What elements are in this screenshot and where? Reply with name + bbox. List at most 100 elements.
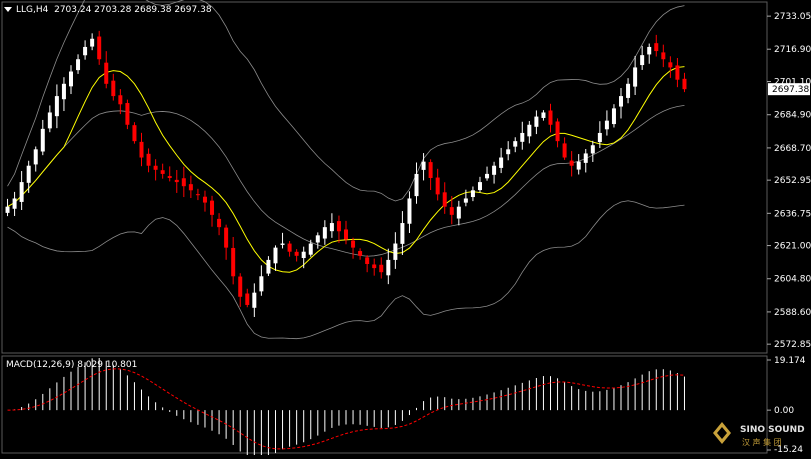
ohlc-values: 2703.24 2703.28 2689.38 2697.38: [54, 5, 212, 15]
candle-body: [231, 247, 236, 277]
candle-body: [555, 121, 560, 142]
candle-body: [160, 170, 165, 174]
candle-body: [358, 251, 363, 256]
candle-body: [322, 227, 327, 239]
candle-body: [477, 182, 482, 191]
candle-body: [569, 160, 574, 166]
candle-body: [682, 78, 687, 90]
candle-body: [365, 257, 370, 264]
price-tick-label: 2716.90: [774, 45, 811, 55]
candle-body: [245, 293, 250, 305]
candle-body: [548, 110, 553, 125]
price-tick-label: 2604.80: [774, 275, 811, 285]
candle-body: [287, 243, 292, 252]
candle-body: [132, 125, 137, 142]
candle-body: [273, 247, 278, 264]
bollinger-upper: [7, 0, 685, 202]
candle-body: [428, 162, 433, 178]
price-tick-label: 2588.60: [774, 308, 811, 318]
candle-body: [463, 198, 468, 203]
bollinger-bands: [7, 0, 685, 340]
current-price-label: 2697.38: [772, 85, 809, 95]
candle-body: [181, 178, 186, 187]
candle-body: [442, 192, 447, 207]
candle-body: [633, 67, 638, 87]
candle-body: [485, 173, 490, 179]
candle-body: [668, 62, 673, 68]
candle-body: [456, 206, 461, 219]
candle-body: [76, 59, 81, 71]
macd-signal: [7, 368, 685, 450]
price-tick-label: 2652.95: [774, 176, 811, 186]
chart-header: LLG,H4 2703.24 2703.28 2689.38 2697.38: [4, 5, 212, 15]
candle-body: [174, 179, 179, 183]
brand-name: SINO SOUND: [740, 425, 805, 435]
candle-body: [26, 165, 31, 183]
candle-body: [407, 198, 412, 224]
candle-body: [83, 46, 88, 56]
candle-body: [541, 112, 546, 118]
candle-body: [224, 227, 229, 248]
candle-body: [139, 141, 144, 158]
candle-body: [104, 62, 109, 84]
candle-body: [393, 243, 398, 260]
main-pane-border: [1, 1, 768, 354]
candle-body: [449, 207, 454, 215]
candle-body: [597, 132, 602, 143]
candle-body: [421, 161, 426, 170]
macd-tick-label: 0.00: [774, 406, 794, 416]
price-tick-label: 2621.00: [774, 242, 811, 252]
candle-body: [146, 153, 151, 166]
candle-body: [294, 251, 299, 256]
sino-sound-logo: SINO SOUND 汉 声 集 团: [713, 422, 805, 447]
macd-tick-label: 19.174: [774, 356, 806, 366]
candle-body: [118, 95, 123, 105]
candle-body: [414, 173, 419, 197]
price-tick-label: 2668.70: [774, 144, 811, 154]
candle-body: [153, 165, 158, 170]
candle-body: [513, 141, 518, 147]
candle-body: [12, 198, 17, 209]
candle-body: [329, 223, 334, 232]
candle-body: [611, 108, 616, 125]
candle-body: [5, 206, 10, 213]
price-tick-label: 2733.05: [774, 12, 811, 22]
price-tick-label: 2684.90: [774, 111, 811, 121]
price-tick-label: 2572.85: [774, 340, 811, 350]
candle-body: [40, 128, 45, 152]
price-chart[interactable]: 2733.052716.902701.102684.902668.702652.…: [0, 0, 811, 459]
price-axis: 2733.052716.902701.102684.902668.702652.…: [767, 12, 811, 350]
candle-body: [33, 149, 38, 165]
symbol-label: LLG,H4: [16, 5, 49, 15]
candle-body: [372, 264, 377, 269]
candle-body: [210, 200, 215, 215]
candle-body: [217, 218, 222, 228]
candle-body: [61, 83, 66, 100]
candle-body: [336, 221, 341, 232]
candle-body: [661, 52, 666, 60]
candle-body: [238, 276, 243, 297]
candle-body: [301, 251, 306, 259]
candle-body: [675, 65, 680, 80]
candle-body: [47, 112, 52, 129]
candle-body: [344, 229, 348, 240]
macd-pane-border: [1, 355, 768, 454]
candles: [5, 30, 687, 317]
candle-body: [90, 38, 95, 47]
brand-chinese: 汉 声 集 团: [742, 437, 782, 447]
candle-body: [68, 71, 73, 87]
candle-body: [534, 116, 539, 127]
candle-body: [386, 259, 391, 276]
macd-histogram: [14, 357, 685, 459]
candle-body: [280, 243, 285, 245]
chart-window[interactable]: 2733.05 2716.90 2701.10 2684.90 2668.70 2652.…: [0, 0, 811, 459]
candle-body: [167, 176, 172, 178]
dropdown-triangle-icon[interactable]: [4, 7, 12, 12]
candle-body: [308, 243, 313, 255]
candle-body: [266, 259, 271, 274]
candle-body: [252, 292, 257, 308]
macd-signal-line: [7, 368, 685, 450]
candle-body: [626, 83, 631, 98]
candle-body: [654, 43, 659, 52]
candle-body: [647, 46, 652, 55]
